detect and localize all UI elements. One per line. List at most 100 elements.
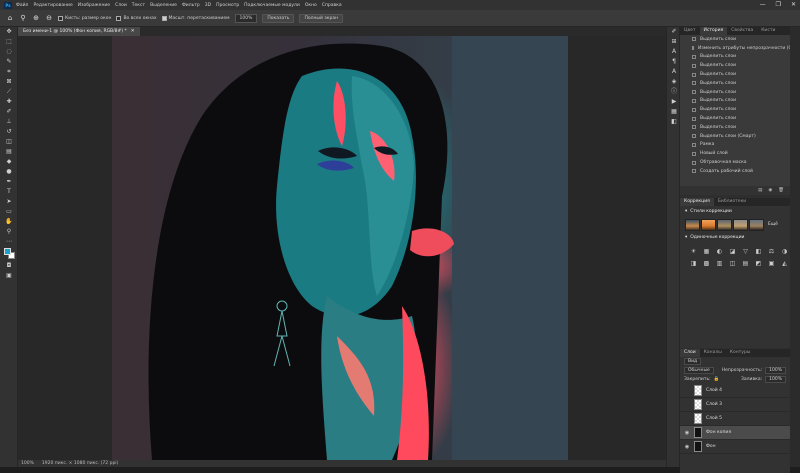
more-tools-icon[interactable]: ⋯ — [0, 237, 18, 247]
menu-plugins[interactable]: Подключаемые модули — [244, 3, 300, 8]
close-tab-icon[interactable]: ✕ — [131, 29, 135, 34]
resize-windows-checkbox[interactable]: Кисть: размер окон — [58, 15, 111, 21]
history-brush-tool-icon[interactable]: ↺ — [0, 127, 18, 137]
history-item[interactable]: Выделить слои — [680, 97, 790, 106]
adjustment-icon[interactable]: ▣ — [766, 259, 777, 268]
shape-tool-icon[interactable]: ▭ — [0, 207, 18, 217]
menu-layers[interactable]: Слои — [115, 3, 127, 8]
blur-tool-icon[interactable]: ◆ — [0, 157, 18, 167]
tab-color[interactable]: Цвет — [680, 27, 700, 35]
stamp-tool-icon[interactable]: ⊥ — [0, 117, 18, 127]
eyedropper-tool-icon[interactable]: ⟋ — [0, 87, 18, 97]
adjustment-icon[interactable]: ◩ — [753, 259, 764, 268]
path-select-tool-icon[interactable]: ➤ — [0, 197, 18, 207]
preset-thumbnail[interactable] — [749, 218, 764, 231]
pen-tool-icon[interactable]: ✒ — [0, 177, 18, 187]
tab-history[interactable]: История — [699, 27, 728, 35]
brush-settings-icon[interactable]: ✐ — [667, 27, 681, 37]
gradient-tool-icon[interactable]: ▤ — [0, 147, 18, 157]
layer-filter-select[interactable]: Вид — [684, 358, 702, 365]
menu-window[interactable]: Окно — [305, 3, 317, 8]
scrubby-zoom-checkbox[interactable]: Масшт. перетаскиванием — [161, 15, 230, 21]
history-item[interactable]: Выделить слои — [680, 114, 790, 123]
layer-row[interactable]: Слой 5 — [680, 412, 790, 426]
tab-brushes[interactable]: Кисти — [757, 27, 779, 35]
menu-text[interactable]: Текст — [132, 3, 145, 8]
adjustment-icon[interactable]: ◑ — [779, 247, 790, 256]
history-item[interactable]: Выделить слои — [680, 88, 790, 97]
home-icon[interactable]: ⌂ — [6, 14, 14, 22]
blend-mode-select[interactable]: Обычные — [684, 367, 714, 374]
tab-channels[interactable]: Каналы — [700, 349, 726, 357]
history-item[interactable]: Выделить слои — [680, 61, 790, 70]
history-item[interactable]: Новый слой — [680, 149, 790, 158]
actions-panel-icon[interactable]: ▶ — [667, 97, 681, 107]
tab-libraries[interactable]: Библиотеки — [714, 198, 750, 206]
adjustment-icon[interactable]: ◪ — [727, 247, 738, 256]
new-document-icon[interactable]: ▤ — [758, 188, 762, 193]
adjustment-icon[interactable]: ▤ — [740, 259, 751, 268]
checkbox-box[interactable] — [116, 15, 122, 21]
menu-edit[interactable]: Редактирование — [33, 3, 72, 8]
menu-select[interactable]: Выделение — [150, 3, 177, 8]
dodge-tool-icon[interactable]: ● — [0, 167, 18, 177]
tab-layers[interactable]: Слои — [680, 349, 700, 357]
history-item[interactable]: Выделить слои — [680, 70, 790, 79]
eraser-tool-icon[interactable]: ◫ — [0, 137, 18, 147]
minimize-icon[interactable]: — — [760, 1, 766, 8]
adjustment-icon[interactable]: ☀ — [688, 247, 699, 256]
healing-tool-icon[interactable]: ✚ — [0, 97, 18, 107]
checkbox-box[interactable] — [58, 15, 63, 21]
fill-field[interactable]: 100% — [765, 376, 786, 383]
history-item[interactable]: Рамка — [680, 141, 790, 150]
brush-presets-icon[interactable]: ⊞ — [667, 37, 681, 47]
frame-tool-icon[interactable]: ⊠ — [0, 77, 18, 87]
history-item[interactable]: Выделить слои (Смарт) — [680, 132, 790, 141]
paragraph-panel-icon[interactable]: ¶ — [667, 57, 681, 67]
move-tool-icon[interactable]: ✥ — [0, 27, 18, 37]
preset-thumbnail[interactable] — [733, 218, 748, 231]
zoom-in-icon[interactable]: ⊕ — [32, 14, 40, 22]
eye-icon[interactable]: ◉ — [684, 444, 690, 450]
type-tool-icon[interactable]: T — [0, 187, 18, 197]
menu-view[interactable]: Просмотр — [216, 3, 239, 8]
history-item[interactable]: Обтравочная маска — [680, 158, 790, 167]
swatches-panel-icon[interactable]: ▦ — [667, 107, 681, 117]
history-item[interactable]: Создать рабочий слой — [680, 167, 790, 176]
trash-icon[interactable]: 🗑 — [778, 188, 784, 193]
preset-thumbnail[interactable] — [701, 218, 716, 231]
hand-tool-icon[interactable]: ✋ — [0, 217, 18, 227]
menu-help[interactable]: Справка — [322, 3, 342, 8]
menu-filter[interactable]: Фильтр — [182, 3, 200, 8]
opacity-field[interactable]: 100% — [765, 367, 786, 374]
tab-adjustments[interactable]: Коррекция — [680, 198, 714, 206]
adjustment-icon[interactable]: ⚖ — [766, 247, 777, 256]
camera-icon[interactable]: ◉ — [768, 188, 772, 193]
adjustment-icon[interactable]: ◨ — [688, 259, 699, 268]
lasso-tool-icon[interactable]: ◌ — [0, 47, 18, 57]
quick-select-tool-icon[interactable]: ✎ — [0, 57, 18, 67]
screen-mode-icon[interactable]: ▣ — [0, 271, 18, 281]
zoom-tool-icon[interactable]: ⚲ — [19, 14, 27, 22]
menu-file[interactable]: Файл — [16, 3, 28, 8]
info-panel-icon[interactable]: ⓘ — [667, 87, 681, 97]
adjustment-icon[interactable]: ▽ — [740, 247, 751, 256]
character-panel-icon[interactable]: A — [667, 47, 681, 57]
foreground-color-swatch[interactable] — [4, 248, 11, 255]
history-item[interactable]: Выделить слои — [680, 105, 790, 114]
history-item[interactable]: Выделить слои — [680, 123, 790, 132]
crop-tool-icon[interactable]: ⌗ — [0, 67, 18, 77]
presets-header[interactable]: ▾ Стили коррекции — [680, 206, 790, 217]
canvas-area[interactable] — [18, 36, 666, 460]
marquee-tool-icon[interactable]: ⬚ — [0, 37, 18, 47]
close-icon[interactable]: ✕ — [791, 1, 796, 8]
eye-icon[interactable]: ◉ — [684, 430, 690, 436]
history-item[interactable]: Выделить слои — [680, 53, 790, 62]
zoom-value-field[interactable]: 100% — [234, 13, 258, 23]
preset-thumbnail[interactable] — [717, 218, 732, 231]
zoom-out-icon[interactable]: ⊖ — [45, 14, 53, 22]
adjustment-icon[interactable]: ◐ — [714, 247, 725, 256]
preset-thumbnail[interactable] — [685, 218, 700, 231]
fit-screen-button[interactable]: Показать — [262, 13, 295, 23]
adjustment-icon[interactable]: ◧ — [753, 247, 764, 256]
